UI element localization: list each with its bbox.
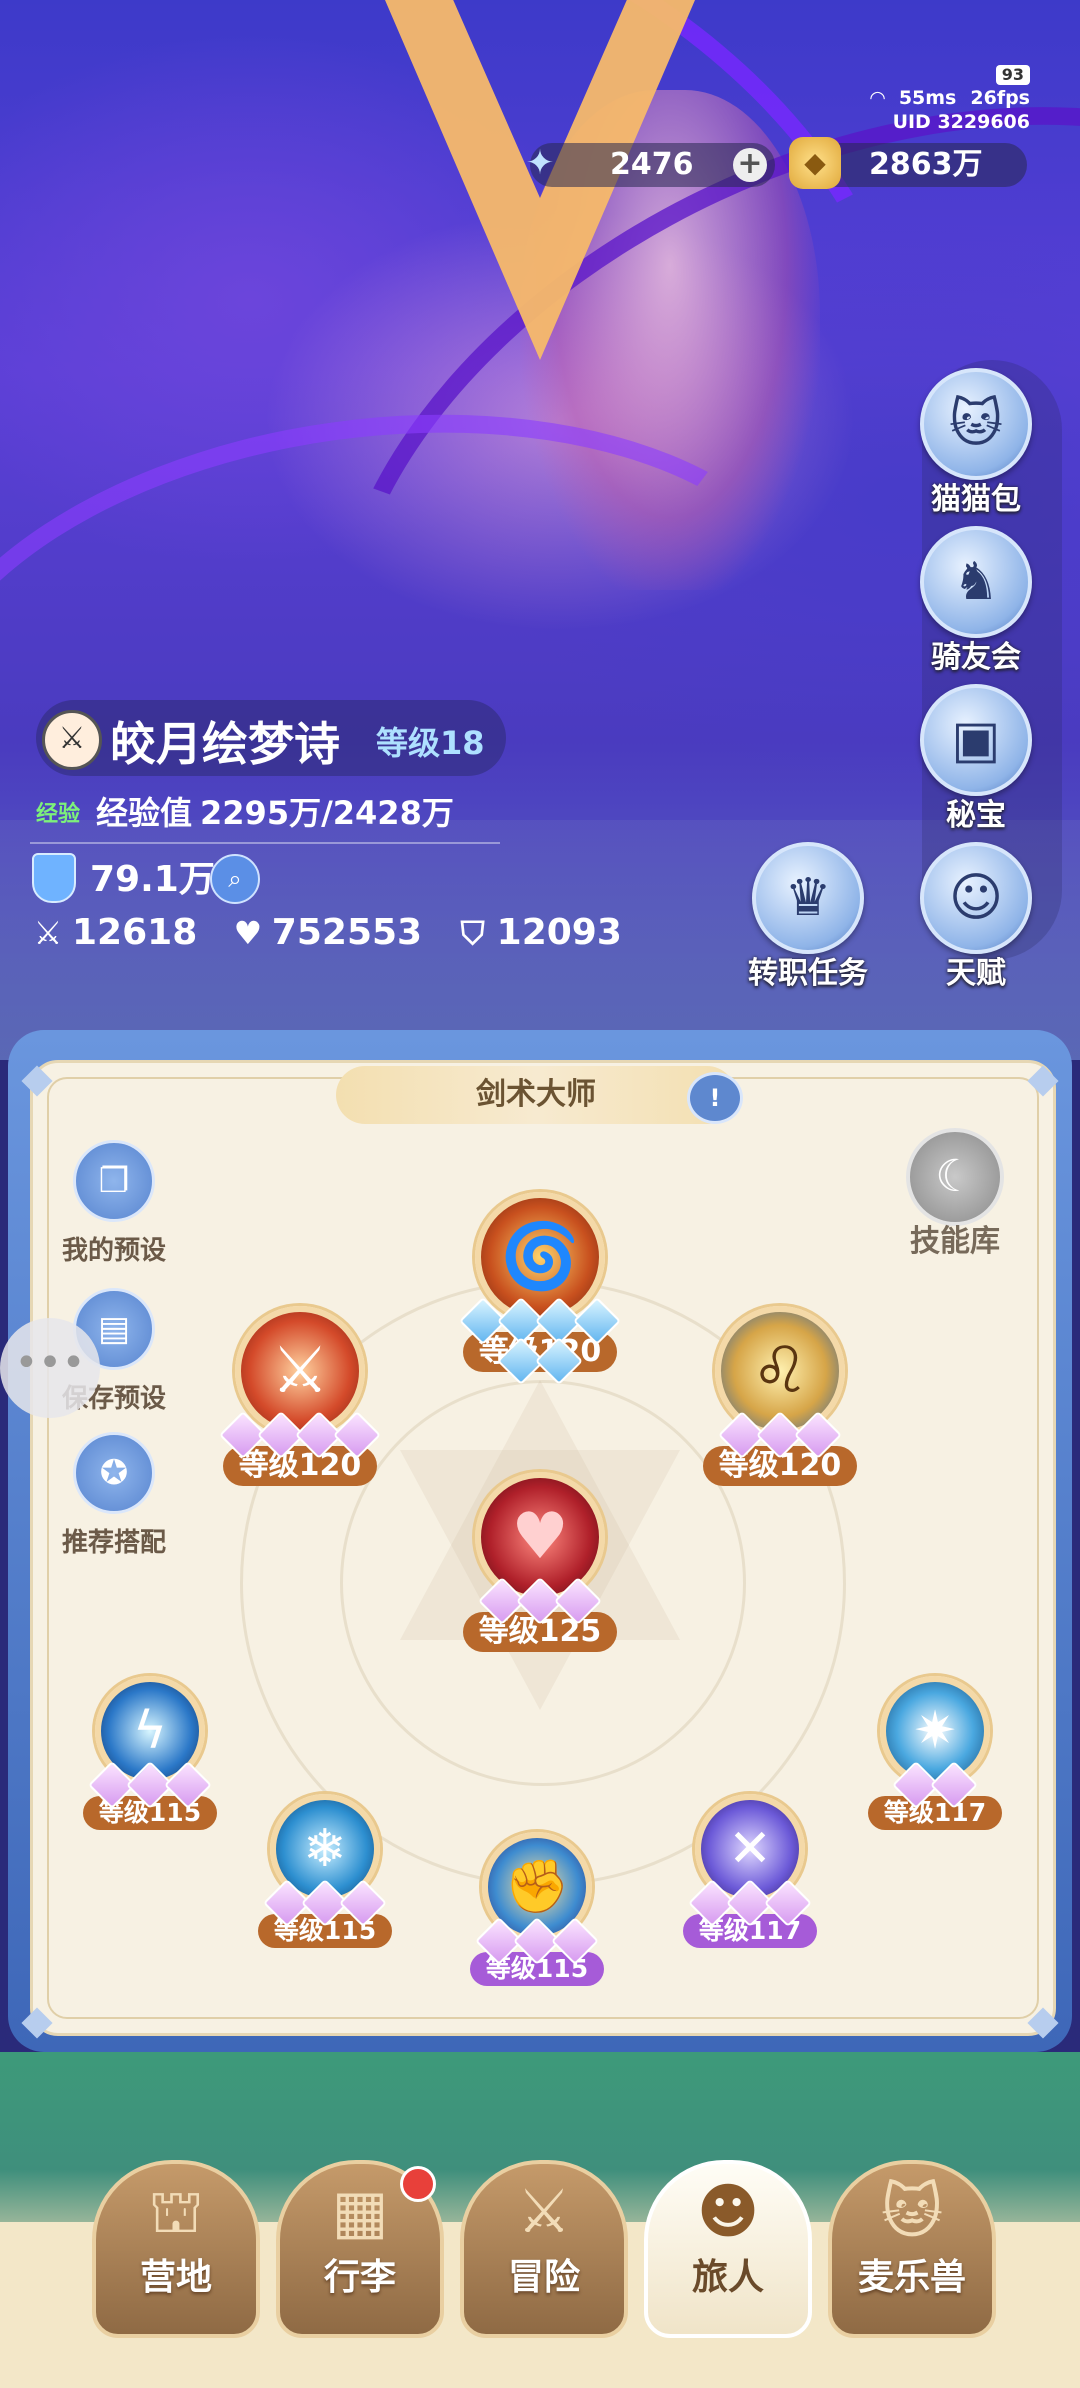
hp-value: 752553 — [271, 912, 423, 953]
moon-swirl-icon: ☾ — [906, 1128, 1004, 1226]
crossed-swords-icon: ⚔ — [33, 914, 63, 952]
wifi-icon: ◠ — [870, 87, 885, 109]
combat-power-value: 79.1万 — [90, 859, 215, 900]
ping-text: 55ms — [898, 87, 957, 109]
talent-label: 天赋 — [946, 956, 1006, 991]
gold-count: 2863万 — [869, 147, 983, 182]
uid-text: UID 3229606 — [892, 111, 1030, 133]
nav-beast-label: 麦乐兽 — [857, 2257, 966, 2298]
defense-value: 12093 — [496, 912, 622, 953]
skill-stars — [675, 1878, 825, 1928]
attack-value: 12618 — [72, 912, 198, 953]
skill-stars — [75, 1760, 225, 1810]
add-gems-button[interactable]: + — [733, 148, 767, 182]
horse-icon: ♞ — [920, 526, 1032, 638]
recommended-build-label: 推荐搭配 — [61, 1528, 166, 1558]
preset-icon: ❐ — [73, 1140, 155, 1222]
treasure-button[interactable]: ▣ 秘宝 — [906, 684, 1046, 834]
chat-bubble-icon[interactable]: ••• — [0, 1318, 100, 1418]
skill-stars — [695, 1410, 865, 1460]
my-presets-label: 我的预设 — [61, 1236, 166, 1266]
info-book-icon[interactable]: ! — [687, 1072, 743, 1124]
heart-icon: ♥ — [233, 914, 263, 952]
skill-stars — [462, 1916, 612, 1966]
character-level: 等级18 — [376, 724, 485, 762]
recommend-icon: ✪ — [73, 1432, 155, 1514]
defense-stat: ⛉ 12093 — [455, 912, 622, 953]
skill-stars — [215, 1410, 385, 1460]
nav-adventure[interactable]: ⚔ 冒险 — [460, 2160, 628, 2338]
treasure-label: 秘宝 — [946, 798, 1006, 833]
nav-traveler-label: 旅人 — [691, 2257, 764, 2298]
exp-tag: 经验 — [36, 802, 81, 827]
recommended-build-button[interactable]: ✪ 推荐搭配 — [44, 1432, 184, 1559]
treasure-chest-icon: ▣ — [920, 684, 1032, 796]
skill-stars — [455, 1576, 625, 1626]
star-crystal-icon: ✦ — [525, 143, 555, 183]
class-name: 剑术大师 — [476, 1077, 596, 1112]
class-emblem-icon[interactable]: ⚔ — [42, 710, 102, 770]
beast-icon: 🐱 — [880, 2177, 944, 2247]
rider-club-button[interactable]: ♞ 骑友会 — [906, 526, 1046, 676]
gem-currency[interactable]: ✦ 2476 + — [526, 143, 775, 187]
fire-swirl-icon: 🌀 — [475, 1192, 605, 1322]
exp-label: 经验值 — [96, 794, 193, 832]
job-change-quest-label: 转职任务 — [748, 956, 868, 991]
skill-slot-center[interactable]: ♥ 等级125 — [455, 1472, 625, 1652]
crossed-swords-icon: ⚔ — [517, 2177, 571, 2247]
class-name-plate: 剑术大师 — [336, 1066, 736, 1124]
skill-slot-left[interactable]: ⚔ 等级120 — [215, 1306, 385, 1486]
hp-stat: ♥ 752553 — [230, 912, 422, 953]
gold-coin-icon: ◆ — [789, 137, 841, 189]
skill-slot-b4[interactable]: ✕ 等级117 — [675, 1794, 825, 1948]
hero-portrait-icon: ☻ — [696, 2177, 760, 2247]
nav-adventure-label: 冒险 — [507, 2257, 580, 2298]
divider — [30, 842, 500, 844]
notification-badge — [400, 2166, 436, 2202]
skill-library-label: 技能库 — [910, 1224, 1000, 1259]
network-status: 93 ◠ 55ms 26fps UID 3229606 — [856, 62, 1030, 134]
gold-currency[interactable]: ◆ 2863万 — [789, 137, 1027, 189]
stats-row: ⚔ 12618 ♥ 752553 ⛉ 12093 — [30, 912, 642, 953]
nav-camp[interactable]: ⛫ 营地 — [92, 2160, 260, 2338]
rider-club-label: 骑友会 — [931, 640, 1021, 675]
gem-count: 2476 — [610, 147, 694, 182]
shield-power-icon — [32, 853, 76, 903]
nav-traveler[interactable]: ☻ 旅人 — [644, 2160, 812, 2338]
skill-level: 等级117 — [867, 1796, 1003, 1830]
skill-slot-right[interactable]: ♌ 等级120 — [695, 1306, 865, 1486]
nav-luggage-label: 行李 — [323, 2257, 396, 2298]
fps-text: 26fps — [970, 87, 1030, 109]
attack-stat: ⚔ 12618 — [30, 912, 198, 953]
exp-value: 2295万/2428万 — [200, 794, 454, 832]
exp-row: 经验值 2295万/2428万 — [96, 788, 454, 834]
cat-bag-icon: 🐱 — [920, 368, 1032, 480]
skill-library-button[interactable]: ☾ 技能库 — [880, 1128, 1030, 1260]
my-presets-button[interactable]: ❐ 我的预设 — [44, 1140, 184, 1267]
cat-bag-label: 猫猫包 — [931, 482, 1021, 517]
skill-slot-b3[interactable]: ✊ 等级115 — [462, 1832, 612, 1986]
brain-head-icon: ☺ — [920, 842, 1032, 954]
skill-stars — [250, 1878, 400, 1928]
character-name: 皎月绘梦诗 — [110, 717, 340, 771]
nav-camp-label: 营地 — [139, 2257, 212, 2298]
shield-icon: ⛉ — [460, 914, 485, 952]
nav-beast[interactable]: 🐱 麦乐兽 — [828, 2160, 996, 2338]
red-warrior-icon: ⚔ — [235, 1306, 365, 1436]
skill-slot-b1[interactable]: ϟ 等级115 — [75, 1676, 225, 1830]
talent-button[interactable]: ☺ 天赋 — [906, 842, 1046, 992]
cat-bag-button[interactable]: 🐱 猫猫包 — [906, 368, 1046, 518]
battery-indicator: 93 — [995, 65, 1030, 85]
skill-slot-top[interactable]: 🌀 等级120 — [455, 1192, 625, 1386]
nav-luggage[interactable]: ▦ 行李 — [276, 2160, 444, 2338]
skill-slot-b2[interactable]: ❄ 等级115 — [250, 1794, 400, 1948]
crown-icon: ♛ — [752, 842, 864, 954]
castle-icon: ⛫ — [148, 2177, 204, 2247]
skill-stars — [455, 1296, 625, 1386]
skill-stars — [860, 1760, 1010, 1810]
power-details-search-icon[interactable]: ⌕ — [210, 854, 260, 904]
skill-slot-b5[interactable]: ✷ 等级117 — [860, 1676, 1010, 1830]
job-change-quest-button[interactable]: ♛ 转职任务 — [738, 842, 878, 992]
